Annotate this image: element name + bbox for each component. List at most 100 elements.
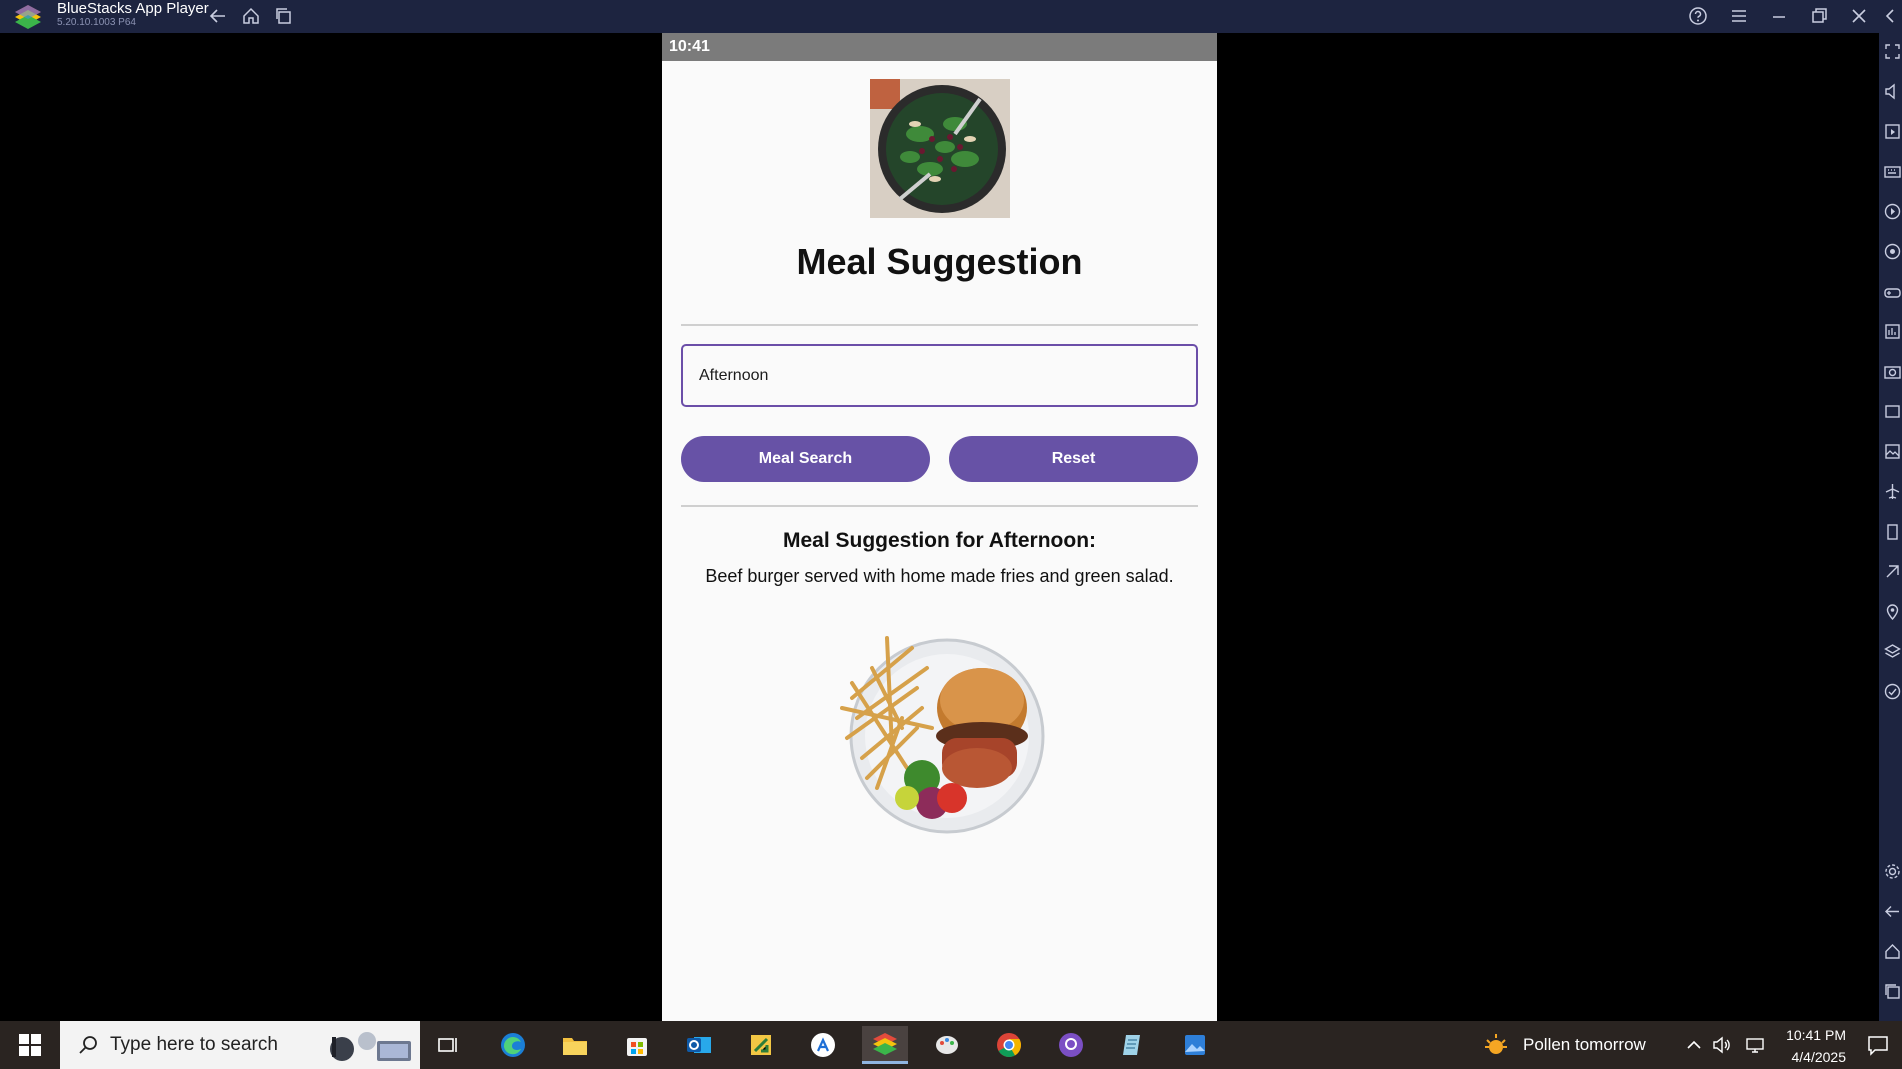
home-icon <box>1885 944 1900 959</box>
side-toolbar <box>1879 33 1902 1021</box>
macro-icon <box>1884 243 1901 260</box>
bluestacks-app[interactable] <box>862 1026 908 1064</box>
search-icon <box>79 1036 97 1054</box>
taskbar-date: 4/4/2025 <box>1791 1049 1847 1065</box>
task-view-button[interactable] <box>425 1026 471 1064</box>
chrome-app[interactable] <box>986 1026 1032 1064</box>
salad-bowl-image <box>870 79 1010 218</box>
collapse-sidebar-button[interactable] <box>1880 3 1902 29</box>
eco-mode-button[interactable] <box>1883 562 1902 581</box>
store-icon <box>627 1038 647 1056</box>
media-icon <box>1885 124 1900 139</box>
recents-icon <box>1885 984 1900 999</box>
start-button[interactable] <box>0 1021 60 1069</box>
gallery-icon <box>1885 444 1900 459</box>
sync-button[interactable] <box>1883 682 1902 701</box>
sync-icon <box>1884 683 1901 700</box>
edge-app[interactable] <box>490 1026 536 1064</box>
volume-icon <box>1885 83 1895 100</box>
record-button[interactable] <box>1883 202 1902 221</box>
location-button[interactable] <box>1883 602 1902 621</box>
airplane-mode-button[interactable] <box>1883 482 1902 501</box>
window-version: 5.20.10.1003 P64 <box>57 17 136 28</box>
screenshot-button[interactable] <box>1883 362 1902 381</box>
fullscreen-button[interactable] <box>1883 42 1902 61</box>
folder-button[interactable] <box>1883 442 1902 461</box>
meal-search-button[interactable]: Meal Search <box>681 436 930 482</box>
help-button[interactable] <box>1685 3 1711 29</box>
chrome-icon <box>997 1033 1022 1058</box>
notepad-app[interactable] <box>1110 1026 1156 1064</box>
windows-logo-icon <box>19 1034 41 1056</box>
paint-app[interactable] <box>924 1026 970 1064</box>
gamepad-button[interactable] <box>1883 282 1902 301</box>
home-icon <box>243 7 259 24</box>
github-icon <box>1059 1033 1083 1057</box>
outlook-app[interactable] <box>676 1026 722 1064</box>
android-screen: 10:41 Meal Suggestion Meal Search Reset … <box>662 33 1217 1021</box>
weather-text: Pollen tomorrow <box>1523 1035 1646 1054</box>
layers-icon <box>1884 644 1901 658</box>
media-manager-button[interactable] <box>1883 122 1902 141</box>
home-button[interactable] <box>238 3 264 29</box>
sun-icon <box>1485 1034 1507 1054</box>
multi-instance-button[interactable] <box>271 3 297 29</box>
rotate-button[interactable] <box>1883 522 1902 541</box>
screen-record-icon <box>1885 405 1900 418</box>
apk-icon <box>1885 324 1900 339</box>
android-recents-button[interactable] <box>1883 982 1902 1001</box>
settings-button[interactable] <box>1883 862 1902 881</box>
github-app[interactable] <box>1048 1026 1094 1064</box>
macro-button[interactable] <box>1883 242 1902 261</box>
menu-icon <box>1732 10 1746 22</box>
screen-record-button[interactable] <box>1883 402 1902 421</box>
folder-icon <box>563 1038 587 1055</box>
time-of-day-input[interactable] <box>681 344 1198 407</box>
layers-button[interactable] <box>1883 642 1902 661</box>
taskbar-time: 10:41 PM <box>1786 1027 1846 1043</box>
photos-icon <box>1185 1035 1205 1055</box>
microsoft-store-app[interactable] <box>614 1026 660 1064</box>
android-back-button[interactable] <box>1883 902 1902 921</box>
tool-app-icon <box>751 1035 771 1055</box>
app-title: Meal Suggestion <box>796 241 1083 282</box>
app-store-app[interactable] <box>800 1026 846 1064</box>
weather-widget[interactable]: Pollen tomorrow <box>1483 1021 1646 1069</box>
bluestacks-titlebar: BlueStacks App Player 5.20.10.1003 P64 <box>0 0 1902 33</box>
apk-install-button[interactable] <box>1883 322 1902 341</box>
close-button[interactable] <box>1846 3 1872 29</box>
gamepad-icon <box>1884 288 1901 298</box>
bluestacks-icon <box>873 1032 897 1055</box>
keyboard-icon <box>1884 166 1901 178</box>
menu-button[interactable] <box>1726 3 1752 29</box>
taskbar-search-box[interactable]: Type here to search <box>60 1021 420 1069</box>
volume-icon[interactable] <box>1711 1034 1733 1056</box>
chevron-up-icon[interactable] <box>1683 1034 1705 1056</box>
record-icon <box>1884 203 1901 220</box>
file-explorer-app[interactable] <box>552 1026 598 1064</box>
photos-app[interactable] <box>1172 1026 1218 1064</box>
network-icon[interactable] <box>1744 1034 1766 1056</box>
notification-icon[interactable] <box>1866 1033 1890 1057</box>
android-home-button[interactable] <box>1883 942 1902 961</box>
search-highlight-image <box>330 1032 411 1061</box>
keyboard-controls-button[interactable] <box>1883 162 1902 181</box>
paint-icon <box>936 1036 958 1054</box>
outlook-icon <box>687 1037 711 1053</box>
restore-button[interactable] <box>1806 3 1832 29</box>
gear-icon <box>1885 864 1900 879</box>
bottom-divider <box>681 505 1198 507</box>
minimize-icon <box>1773 16 1785 18</box>
minimize-button[interactable] <box>1766 3 1792 29</box>
edge-icon <box>501 1033 525 1057</box>
reset-button[interactable]: Reset <box>949 436 1198 482</box>
sticky-app[interactable] <box>738 1026 784 1064</box>
back-button[interactable] <box>205 3 231 29</box>
restore-icon <box>1812 8 1827 23</box>
camera-icon <box>1884 366 1901 379</box>
taskbar-clock[interactable]: 10:41 PM 4/4/2025 <box>1776 1024 1846 1068</box>
status-clock: 10:41 <box>669 38 710 55</box>
volume-button[interactable] <box>1883 82 1902 101</box>
result-text: Beef burger served with home made fries … <box>705 566 1174 586</box>
eco-icon <box>1886 565 1899 578</box>
